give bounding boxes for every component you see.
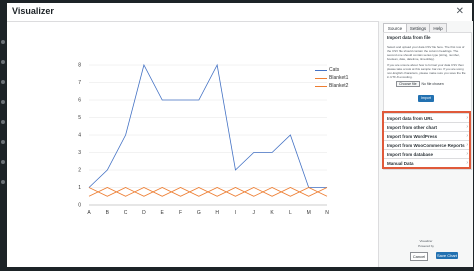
x-tick-label: D [142,210,146,216]
y-tick-label: 1 [78,185,81,191]
y-tick-label: 2 [78,168,81,174]
menu-icon[interactable] [1,140,5,144]
admin-sidebar-rail [0,0,6,271]
x-tick-label: G [197,210,201,216]
x-tick-label: F [179,210,182,216]
menu-icon[interactable] [1,40,5,44]
series-line [88,63,327,188]
choose-file-button[interactable]: Choose file [396,81,420,87]
x-tick-label: N [325,210,329,216]
legend-swatch [315,86,327,87]
line-chart: 0 1 2 3 4 5 6 7 8 A B C D E F G H I J K L M N [78,63,329,217]
close-icon[interactable]: ✕ [456,6,464,17]
import-file-title[interactable]: Import data from file [387,35,431,40]
legend-swatch [315,78,327,79]
import-file-panel: Import data from file Select and upload … [383,32,472,120]
menu-icon[interactable] [1,120,5,124]
series-line [88,187,328,197]
x-tick-label: M [307,210,311,216]
highlight-box [382,111,471,169]
legend-swatch [315,70,327,71]
legend-label: Blanket2 [329,83,349,89]
visualizer-modal: Visualizer ✕ 0 1 2 3 4 5 6 7 8 A B C D E F G H I J K L M N Cat… [7,3,473,267]
menu-icon[interactable] [1,180,5,184]
x-tick-label: I [235,210,236,216]
modal-title: Visualizer [12,6,54,16]
y-tick-label: 6 [78,98,81,104]
file-picker: Choose file No file chosen [396,81,444,87]
x-tick-label: K [270,210,274,216]
import-button[interactable]: Import [418,95,434,102]
x-tick-label: H [215,210,219,216]
y-tick-label: 3 [78,150,81,156]
legend-label: Cats [329,67,340,73]
x-tick-label: B [106,210,110,216]
menu-icon[interactable] [1,100,5,104]
legend-label: Blanket1 [329,75,349,81]
y-tick-label: 4 [78,133,81,139]
save-chart-button[interactable]: Save Chart [436,252,458,259]
import-file-description: Select and upload your data CSV file her… [387,45,465,61]
file-status: No file chosen [421,82,444,86]
y-tick-label: 7 [78,80,81,86]
source-sidebar: Source Settings Help Import data from fi… [378,21,473,267]
x-tick-label: E [161,210,165,216]
y-tick-label: 5 [78,115,81,121]
x-tick-label: A [87,210,91,216]
menu-icon[interactable] [1,60,5,64]
y-tick-label: 0 [78,203,81,209]
import-file-note: If you are unsure about how to format yo… [387,63,466,79]
sidebar-footer-line2: Powered by [418,244,434,248]
menu-icon[interactable] [1,80,5,84]
sidebar-footer-line1: Visualizer [419,239,433,243]
chart-preview: 0 1 2 3 4 5 6 7 8 A B C D E F G H I J K L M N [67,57,367,217]
modal-header: Visualizer ✕ [7,3,472,22]
cancel-button[interactable]: Cancel [410,252,428,261]
x-tick-label: L [289,210,292,216]
x-tick-label: J [253,210,256,216]
x-tick-label: C [124,210,128,216]
menu-icon[interactable] [1,160,5,164]
y-tick-label: 8 [78,63,81,69]
